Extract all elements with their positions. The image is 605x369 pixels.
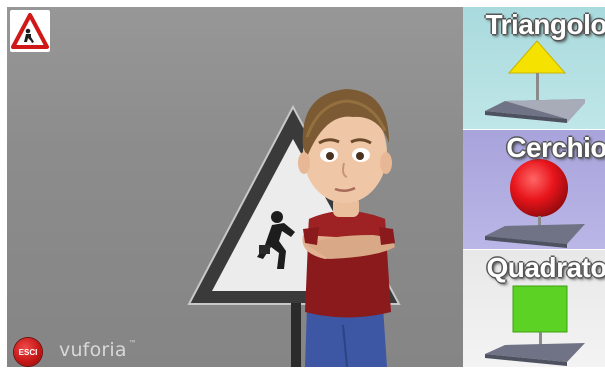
pedestrian-warning-icon[interactable] — [10, 10, 50, 52]
ar-screen: ESCI vuforia ™ Triangolo Cerchio Quadrat… — [7, 7, 605, 367]
exit-button[interactable]: ESCI — [14, 338, 42, 366]
square-button[interactable]: Quadrato — [463, 250, 605, 367]
triangle-label: Triangolo — [485, 9, 605, 40]
camera-view: ESCI vuforia ™ — [7, 7, 463, 367]
circle-button[interactable]: Cerchio — [463, 130, 605, 249]
avatar-boy — [298, 89, 395, 367]
vuforia-logo: vuforia ™ — [59, 339, 137, 361]
square-label: Quadrato — [486, 252, 605, 283]
vuforia-logo-text: vuforia — [59, 339, 127, 361]
vuforia-logo-mark: ™ — [128, 339, 137, 348]
circle-label: Cerchio — [506, 132, 605, 163]
shape-selector-panel: Triangolo Cerchio Quadrato — [463, 7, 605, 367]
exit-button-label: ESCI — [18, 347, 38, 357]
triangle-button[interactable]: Triangolo — [463, 7, 605, 129]
ar-scene — [187, 89, 401, 367]
